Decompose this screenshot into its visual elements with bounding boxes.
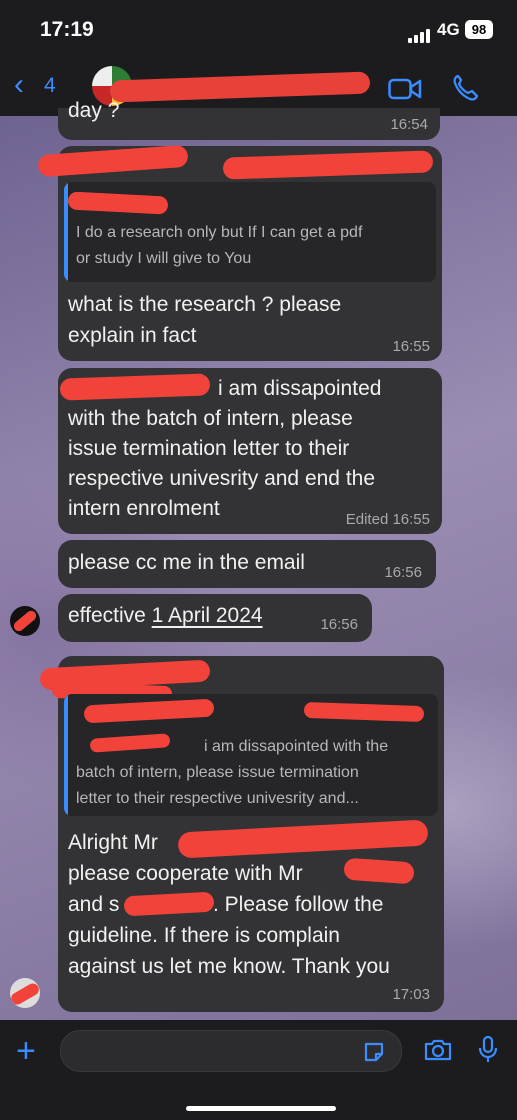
redaction-mark [222,150,434,180]
redaction-mark [343,857,415,885]
redaction-mark [109,71,371,103]
status-bar: 17:19 4G 98 [0,0,517,58]
battery-icon: 98 [465,20,493,39]
message-time: 17:03 [392,986,430,1003]
redaction-mark [303,701,425,723]
message-text: please cooperate with Mr [68,862,303,885]
message-text: . Please follow the [213,893,384,916]
redaction-mark [83,698,215,724]
message-text: Alright Mr [68,831,158,854]
message-text: day ? [68,99,120,122]
camera-icon[interactable] [423,1038,453,1062]
message-text-prefix: effective [68,604,152,627]
message-text: and s [68,893,120,916]
signal-icon [408,25,432,43]
redaction-mark [11,608,39,634]
sender-avatar[interactable] [10,606,40,636]
message-text: issue termination letter to their [68,437,350,460]
quote-bar [64,694,68,816]
quoted-message[interactable]: i am dissapointed with the batch of inte… [64,694,438,816]
date-link[interactable]: 1 April 2024 [152,604,263,627]
sticker-icon[interactable] [362,1040,386,1064]
message-bubble[interactable]: please cc me in the email 16:56 [58,540,436,588]
message-text: against us let me know. Thank you [68,955,390,978]
redaction-mark [123,891,215,917]
redaction-mark [177,819,429,859]
message-edited-time: Edited 16:55 [345,511,430,528]
quote-text: letter to their respective univesrity an… [76,790,359,807]
message-time: 16:56 [320,616,358,633]
message-time: 16:56 [384,564,422,581]
message-input[interactable] [60,1030,402,1072]
redaction-mark [10,981,40,1007]
message-time: 16:54 [390,116,428,133]
redaction-mark [67,191,169,215]
message-bubble[interactable]: i am dissapointed with the batch of inte… [39,656,444,1012]
message-bubble[interactable]: effective 1 April 2024 16:56 [58,594,372,642]
message-text: guideline. If there is complain [68,924,340,947]
message-text: please cc me in the email [68,551,305,574]
plus-icon[interactable]: + [16,1034,36,1068]
video-call-icon[interactable] [388,78,422,100]
sender-avatar[interactable] [10,978,40,1008]
message-bubble[interactable]: I do a research only but If I can get a … [37,144,442,361]
message-text: with the batch of intern, please [68,407,353,430]
message-text: explain in fact [68,324,197,347]
phone-icon[interactable] [452,74,478,102]
message-bubble[interactable]: day ? 16:54 [58,99,440,140]
back-count[interactable]: 4 [44,74,56,98]
message-text: respective univesrity and end the [68,467,376,490]
quote-text: i am dissapointed with the [204,738,389,755]
microphone-icon[interactable] [478,1035,498,1065]
back-chevron-icon[interactable]: ‹ [14,70,24,100]
message-time: 16:55 [392,338,430,355]
message-text: effective 1 April 2024 [68,601,263,631]
message-text: what is the research ? please [68,293,342,316]
quote-text: batch of intern, please issue terminatio… [76,764,359,781]
home-indicator [186,1106,336,1111]
redaction-mark [59,373,211,401]
quote-text: I do a research only but If I can get a … [76,224,363,241]
message-bubble[interactable]: i am dissapointed with the batch of inte… [58,368,442,534]
network-type: 4G [437,20,460,39]
clock: 17:19 [40,18,94,41]
redaction-mark [89,733,171,753]
message-text: intern enrolment [68,497,220,520]
quote-text: or study I will give to You [76,250,252,267]
quote-bar [64,182,68,282]
composer-bar: + [0,1020,517,1120]
quoted-message[interactable]: I do a research only but If I can get a … [64,182,436,282]
message-text: i am dissapointed [218,377,382,400]
